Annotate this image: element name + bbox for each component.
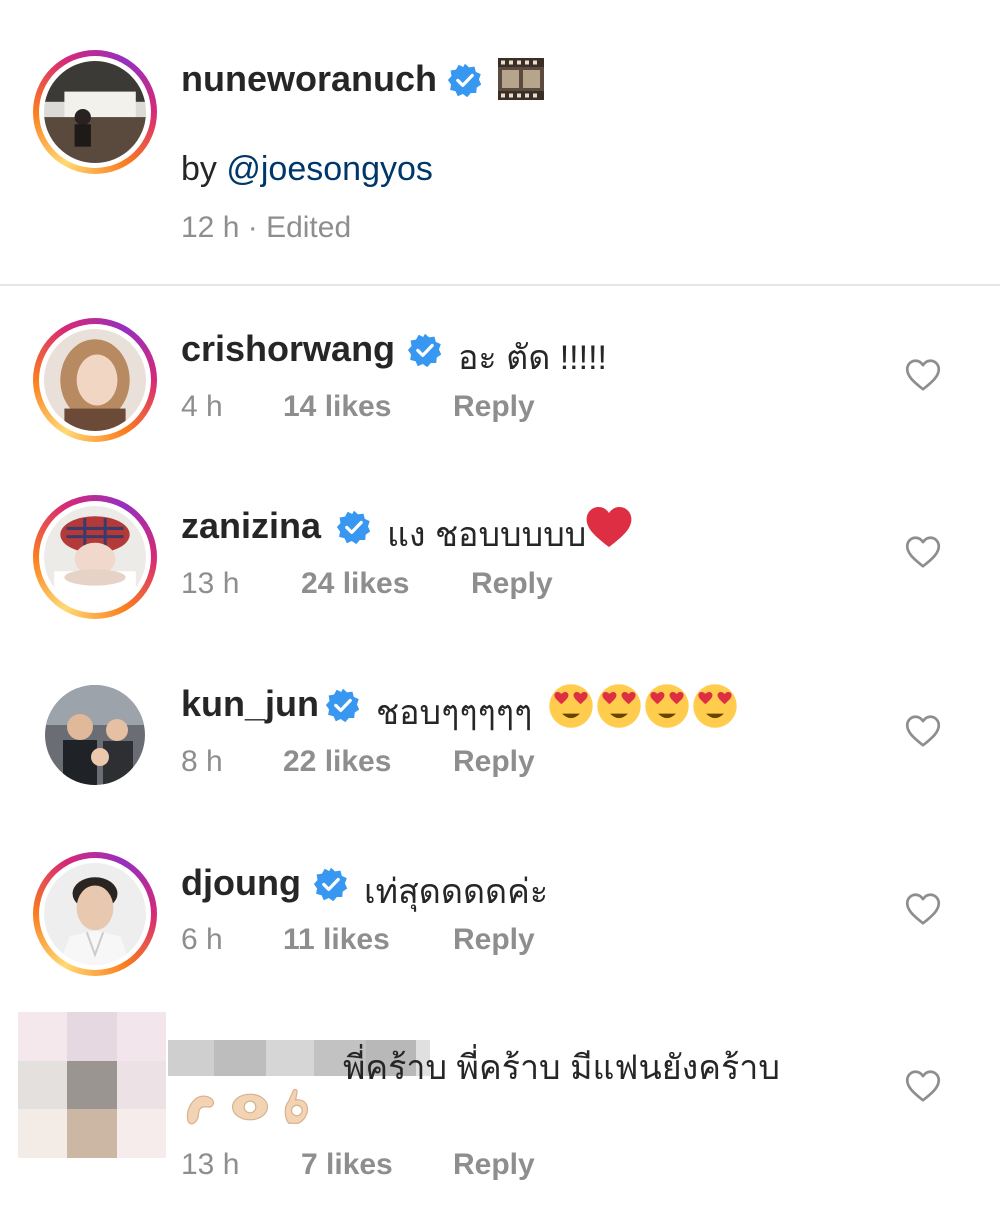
heart-eyes-emoji [693,684,737,728]
pinched-fingers-emoji [231,1093,269,1121]
caption-edited-label: Edited [266,211,352,244]
caption-divider [0,284,1000,286]
caption-timestamp: 12 h [181,211,240,244]
comment-timestamp: 8 h [181,745,223,778]
heart-eyes-emoji [645,684,689,728]
comment-reply-button[interactable]: Reply [453,390,535,424]
ok-hand-emoji [284,1088,309,1124]
caption-separator: · [239,211,267,244]
commenter-avatar-image [45,685,145,785]
like-heart-icon[interactable] [905,358,941,392]
caption-text: by @joesongyos [181,150,433,189]
verified-badge-icon [313,867,348,902]
comment-username[interactable]: kun_jun [181,683,319,725]
caption-avatar-image [44,61,146,163]
comment-username[interactable]: djoung [181,862,301,904]
comment-likes-count[interactable]: 22 likes [283,745,391,779]
comment-reply-button[interactable]: Reply [453,923,535,957]
comment-likes-count[interactable]: 24 likes [301,567,409,601]
comment-timestamp: 13 h [181,1148,240,1181]
like-heart-icon[interactable] [905,1069,941,1103]
verified-badge-icon [325,688,360,723]
caption-meta: 12 h · Edited [181,211,351,245]
commenter-avatar[interactable] [45,685,145,785]
comment-timestamp: 13 h [181,567,240,600]
commenter-avatar-image [44,506,146,608]
verified-badge-icon [447,63,482,98]
comment-text: พี่คร้าบ พี่คร้าบ มีแฟนยังคร้าบ [343,1049,780,1087]
comment-likes-count[interactable]: 11 likes [283,923,390,957]
heart-eyes-emoji [549,684,593,728]
comment-likes-count[interactable]: 7 likes [301,1148,393,1182]
caption-username[interactable]: nuneworanuch [181,58,437,100]
like-heart-icon[interactable] [905,714,941,748]
caption-avatar[interactable] [33,50,157,174]
comment-text: เท่สุดดดดค่ะ [364,873,549,911]
commenter-avatar[interactable] [33,495,157,619]
caption-by-prefix: by [181,150,227,188]
commenter-avatar[interactable] [33,852,157,976]
commenter-avatar[interactable] [33,318,157,442]
comment-reply-button[interactable]: Reply [453,1148,535,1182]
comment-timestamp: 6 h [181,923,223,956]
red-heart-emoji [586,507,632,547]
like-heart-icon[interactable] [905,535,941,569]
comment-text: แง ชอบบบบบ [387,516,587,554]
comment-username[interactable]: zanizina [181,505,321,547]
caption-mention-link[interactable]: @joesongyos [226,150,433,188]
post-caption: nuneworanuch by @joesongyos 12 h · Edite… [0,0,1000,284]
comment-timestamp: 4 h [181,390,223,423]
like-heart-icon[interactable] [905,892,941,926]
verified-badge-icon [336,510,371,545]
comment-reply-button[interactable]: Reply [471,567,553,601]
commenter-avatar-image [44,863,146,965]
film-frames-icon [498,58,544,100]
comment-text: อะ ตัด !!!!! [458,339,607,377]
comment-text: ชอบๆๆๆๆๆ [376,694,533,732]
comment-username[interactable]: crishorwang [181,328,395,370]
heart-eyes-emoji-group [548,683,738,729]
comment-likes-count[interactable]: 14 likes [283,390,391,424]
commenter-avatar-image [44,329,146,431]
pinching-hand-emoji [186,1095,215,1125]
blurred-avatar[interactable] [18,1012,166,1158]
comment-reply-button[interactable]: Reply [453,745,535,779]
hand-gesture-emoji-group [181,1086,319,1128]
verified-badge-icon [407,333,442,368]
heart-eyes-emoji [597,684,641,728]
